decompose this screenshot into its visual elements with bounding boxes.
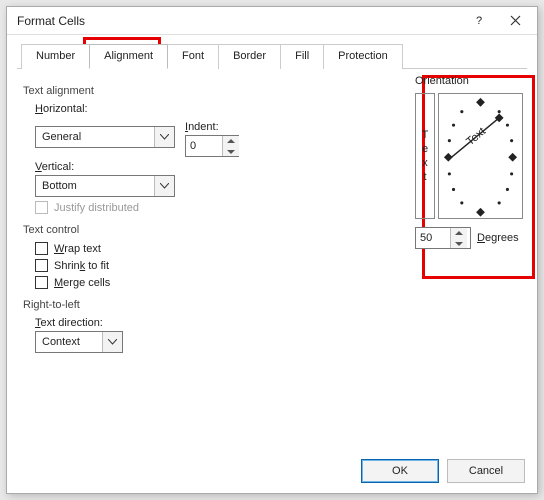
indent-input[interactable] <box>186 136 222 156</box>
wrap-text-label: Wrap text <box>54 243 101 255</box>
titlebar: Format Cells ? <box>7 7 537 35</box>
rtl-group: Right-to-left <box>23 299 521 311</box>
orientation-box: Text <box>415 93 523 219</box>
stepper-up-icon[interactable] <box>223 136 239 146</box>
horizontal-select[interactable]: General <box>35 126 175 148</box>
cancel-button[interactable]: Cancel <box>447 459 525 483</box>
stepper-down-icon[interactable] <box>223 146 239 156</box>
button-bar: OK Cancel <box>7 449 537 493</box>
orientation-dial-text: Text <box>464 125 488 148</box>
orientation-group: Orientation Text <box>415 75 523 249</box>
tabstrip: Number Alignment Font Border Fill Protec… <box>21 43 527 68</box>
checkbox-box <box>35 259 48 272</box>
orientation-vertical-button[interactable]: Text <box>415 93 435 219</box>
stepper-down-icon[interactable] <box>451 238 467 248</box>
ok-button[interactable]: OK <box>361 459 439 483</box>
orientation-dial-graphic: Text <box>439 94 522 223</box>
dialog-title: Format Cells <box>17 14 461 28</box>
indent-label: Indent: <box>185 121 239 133</box>
tab-number[interactable]: Number <box>21 44 90 69</box>
vertical-select[interactable]: Bottom <box>35 175 175 197</box>
text-direction-select[interactable]: Context <box>35 331 123 353</box>
checkbox-box <box>35 276 48 289</box>
help-icon: ? <box>476 15 482 27</box>
merge-cells-label: Merge cells <box>54 277 110 289</box>
vertical-value: Bottom <box>36 180 154 192</box>
tab-protection[interactable]: Protection <box>323 44 403 69</box>
checkbox-box <box>35 201 48 214</box>
justify-distributed-label: Justify distributed <box>54 202 139 214</box>
text-direction-value: Context <box>36 336 102 348</box>
tab-font[interactable]: Font <box>167 44 219 69</box>
merge-cells-checkbox[interactable]: Merge cells <box>35 276 521 289</box>
chevron-down-icon <box>154 127 174 147</box>
shrink-to-fit-checkbox[interactable]: Shrink to fit <box>35 259 521 272</box>
close-button[interactable] <box>497 9 533 33</box>
orientation-degrees-row: Degrees <box>415 227 523 249</box>
tab-alignment[interactable]: Alignment <box>89 44 168 69</box>
chevron-down-icon <box>102 332 122 352</box>
tab-fill[interactable]: Fill <box>280 44 324 69</box>
indent-stepper[interactable] <box>185 135 239 157</box>
tab-border[interactable]: Border <box>218 44 281 69</box>
close-icon <box>510 15 521 26</box>
indent-block: Indent: <box>185 117 239 157</box>
checkbox-box <box>35 242 48 255</box>
degrees-stepper[interactable] <box>415 227 471 249</box>
help-button[interactable]: ? <box>461 9 497 33</box>
dialog-body: Number Alignment Font Border Fill Protec… <box>7 35 537 493</box>
degrees-input[interactable] <box>416 228 450 248</box>
format-cells-dialog: Format Cells ? Number Alignment Font Bor… <box>6 6 538 494</box>
shrink-to-fit-label: Shrink to fit <box>54 260 109 272</box>
chevron-down-icon <box>154 176 174 196</box>
orientation-dial[interactable]: Text <box>438 93 523 219</box>
alignment-panel: Text alignment Horizontal: General Inden… <box>17 68 527 449</box>
horizontal-value: General <box>36 131 154 143</box>
degrees-label: Degrees <box>477 232 519 244</box>
text-direction-label: Text direction: <box>35 317 521 329</box>
stepper-up-icon[interactable] <box>451 228 467 238</box>
orientation-label: Orientation <box>415 75 523 87</box>
